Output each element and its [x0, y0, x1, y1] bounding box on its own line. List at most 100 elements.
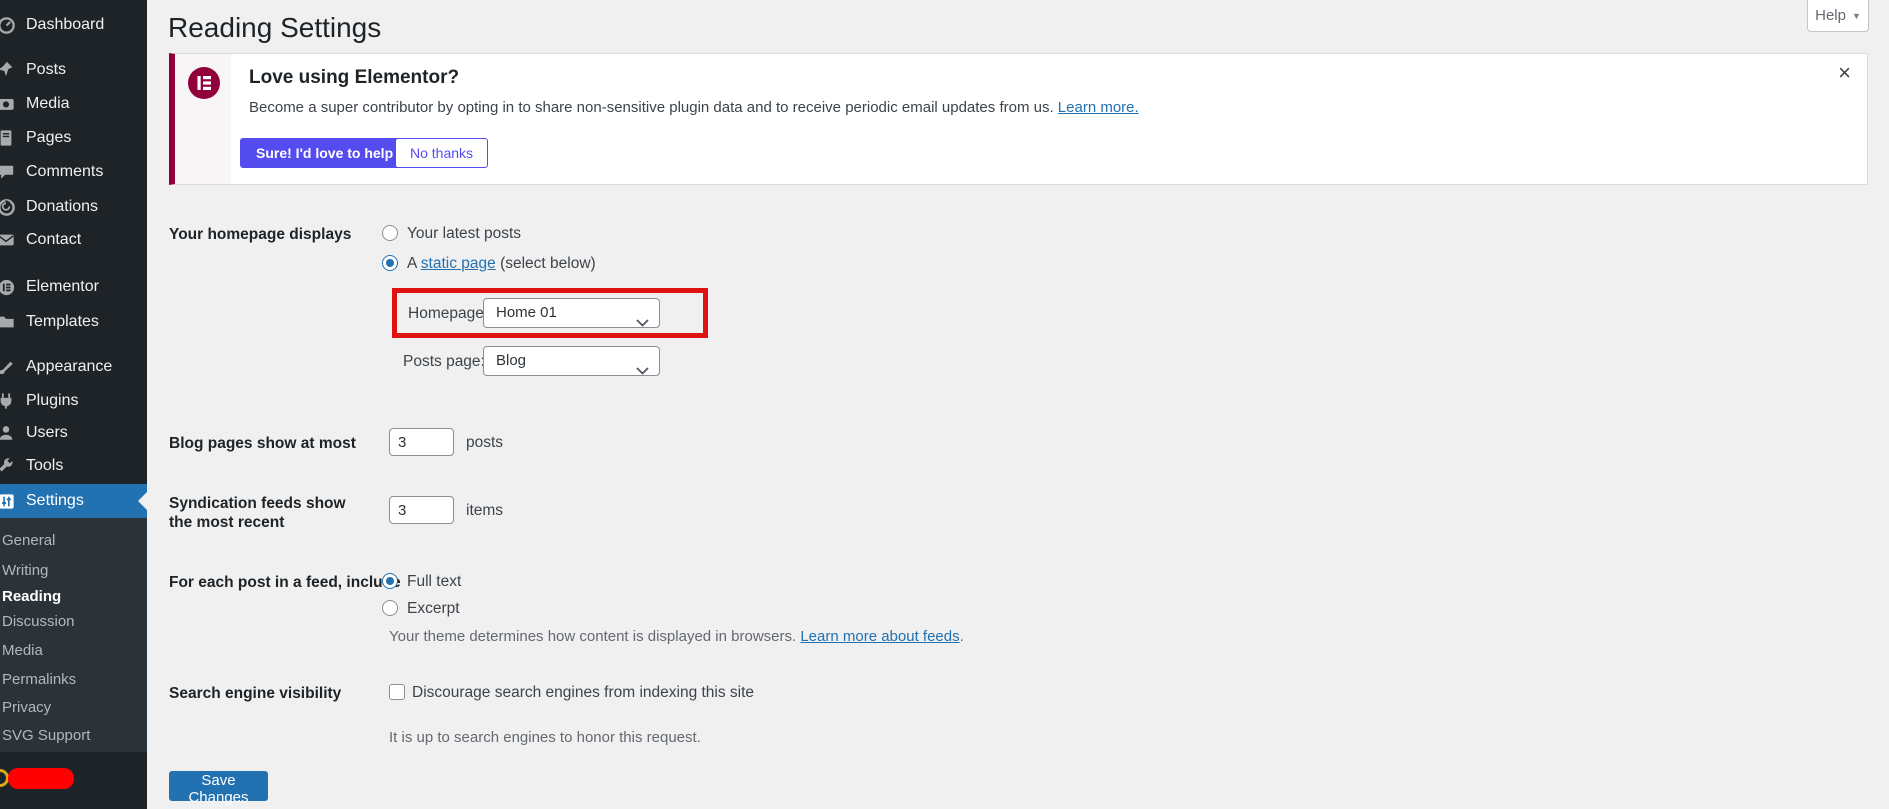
submenu-item-discussion[interactable]: Discussion — [0, 610, 147, 634]
banner-body-text: Become a super contributor by opting in … — [249, 99, 1139, 116]
no-thanks-button[interactable]: No thanks — [395, 138, 488, 168]
submenu-item-general[interactable]: General — [0, 529, 147, 553]
help-dropdown[interactable]: Help ▼ — [1807, 0, 1869, 32]
chevron-down-icon — [636, 309, 649, 337]
sidebar-item-plugins[interactable]: Plugins — [0, 384, 147, 418]
banner-aside — [175, 54, 231, 184]
elementor-notice-banner: Love using Elementor? Become a super con… — [169, 53, 1868, 185]
elementor-logo-icon — [188, 67, 220, 99]
save-changes-button[interactable]: Save Changes — [169, 771, 268, 801]
discourage-indexing-label[interactable]: Discourage search engines from indexing … — [412, 684, 754, 702]
plug-icon — [0, 391, 18, 411]
submenu-item-label: Writing — [2, 562, 48, 579]
submenu-item-permalinks[interactable]: Permalinks — [0, 668, 147, 692]
submenu-item-label: Reading — [2, 588, 61, 605]
feed-note-period: . — [960, 628, 964, 645]
static-page-radio[interactable] — [382, 255, 398, 271]
syndication-unit: items — [466, 502, 503, 520]
feed-note-text: Your theme determines how content is dis… — [389, 628, 800, 645]
chevron-down-icon — [636, 357, 649, 385]
sidebar-item-label: Donations — [26, 198, 98, 216]
homepage-displays-label: Your homepage displays — [169, 225, 351, 244]
syndication-label: Syndication feeds show the most recent — [169, 494, 364, 532]
sidebar-item-tools[interactable]: Tools — [0, 449, 147, 483]
close-icon[interactable]: × — [1838, 62, 1851, 84]
static-page-radio-label[interactable]: A static page (select below) — [407, 255, 596, 273]
wrench-icon — [0, 456, 18, 476]
banner-body: Become a super contributor by opting in … — [249, 99, 1054, 116]
sidebar-item-appearance[interactable]: Appearance — [0, 350, 147, 384]
sidebar-item-label: Settings — [26, 492, 84, 510]
sidebar-item-label: Templates — [26, 313, 99, 331]
user-icon — [0, 423, 18, 443]
submenu-item-label: Privacy — [2, 699, 51, 716]
full-text-radio-label[interactable]: Full text — [407, 573, 461, 591]
sidebar-item-label: Comments — [26, 163, 103, 181]
blog-pages-label: Blog pages show at most — [169, 434, 356, 453]
sidebar-item-pages[interactable]: Pages — [0, 121, 147, 155]
dashboard-icon — [0, 15, 18, 35]
excerpt-radio-label[interactable]: Excerpt — [407, 600, 460, 618]
sidebar-item-label: Media — [26, 95, 70, 113]
submenu-item-label: General — [2, 532, 55, 549]
sidebar-item-comments[interactable]: Comments — [0, 155, 147, 189]
blog-pages-input[interactable] — [389, 428, 454, 456]
submenu-item-media[interactable]: Media — [0, 639, 147, 663]
sidebar-item-label: Pages — [26, 129, 71, 147]
static-page-link[interactable]: static page — [421, 255, 496, 272]
syndication-input[interactable] — [389, 496, 454, 524]
sidebar-item-label: Tools — [26, 457, 63, 475]
submenu-item-label: SVG Support — [2, 727, 90, 744]
submenu-item-label: Discussion — [2, 613, 75, 630]
speech-bubble-icon — [0, 162, 18, 182]
sidebar-item-label: Contact — [26, 231, 81, 249]
envelope-icon — [0, 230, 18, 250]
latest-posts-radio-label[interactable]: Your latest posts — [407, 225, 521, 243]
sidebar-item-label: Posts — [26, 61, 66, 79]
redaction-box — [8, 768, 74, 789]
admin-sidebar: Dashboard Posts Media Pages Comments — [0, 0, 147, 809]
submenu-item-svg-support[interactable]: SVG Support — [0, 724, 147, 748]
sidebar-item-posts[interactable]: Posts — [0, 53, 147, 87]
donation-circle-icon — [0, 197, 18, 217]
submenu-item-writing[interactable]: Writing — [0, 559, 147, 583]
elementor-menu-icon — [0, 277, 18, 297]
sidebar-item-dashboard[interactable]: Dashboard — [0, 8, 147, 42]
opt-in-button[interactable]: Sure! I'd love to help — [240, 138, 409, 168]
homepage-select[interactable]: Home 01 — [483, 298, 660, 328]
sidebar-item-contact[interactable]: Contact — [0, 223, 147, 257]
sidebar-item-elementor[interactable]: Elementor — [0, 270, 147, 304]
latest-posts-radio[interactable] — [382, 225, 398, 241]
sidebar-item-settings[interactable]: Settings — [0, 484, 147, 518]
discourage-indexing-checkbox[interactable] — [389, 684, 405, 700]
homepage-select-label: Homepage: — [408, 305, 488, 323]
sidebar-item-label: Dashboard — [26, 16, 104, 34]
reading-settings-page: Dashboard Posts Media Pages Comments — [0, 0, 1889, 809]
posts-page-select[interactable]: Blog — [483, 346, 660, 376]
sidebar-item-media[interactable]: Media — [0, 87, 147, 121]
camera-icon — [0, 94, 18, 114]
pushpin-icon — [0, 60, 18, 80]
sidebar-item-users[interactable]: Users — [0, 416, 147, 450]
sidebar-item-templates[interactable]: Templates — [0, 305, 147, 339]
posts-page-select-value: Blog — [496, 352, 526, 369]
chevron-down-icon: ▼ — [1852, 11, 1861, 21]
submenu-item-reading[interactable]: Reading — [0, 585, 147, 609]
submenu-item-privacy[interactable]: Privacy — [0, 696, 147, 720]
learn-more-feeds-link[interactable]: Learn more about feeds — [800, 628, 959, 645]
homepage-select-value: Home 01 — [496, 304, 557, 321]
submenu-item-label: Permalinks — [2, 671, 76, 688]
paintbrush-icon — [0, 357, 18, 377]
search-visibility-note: It is up to search engines to honor this… — [389, 729, 701, 746]
excerpt-radio[interactable] — [382, 600, 398, 616]
settings-sliders-icon — [0, 491, 18, 511]
page-title: Reading Settings — [168, 12, 381, 44]
help-label: Help — [1815, 7, 1846, 24]
learn-more-link[interactable]: Learn more. — [1058, 99, 1139, 116]
full-text-radio[interactable] — [382, 573, 398, 589]
sidebar-item-donations[interactable]: Donations — [0, 190, 147, 224]
document-icon — [0, 128, 18, 148]
sidebar-item-label: Appearance — [26, 358, 112, 376]
static-prefix: A — [407, 255, 421, 272]
blog-pages-unit: posts — [466, 434, 503, 452]
